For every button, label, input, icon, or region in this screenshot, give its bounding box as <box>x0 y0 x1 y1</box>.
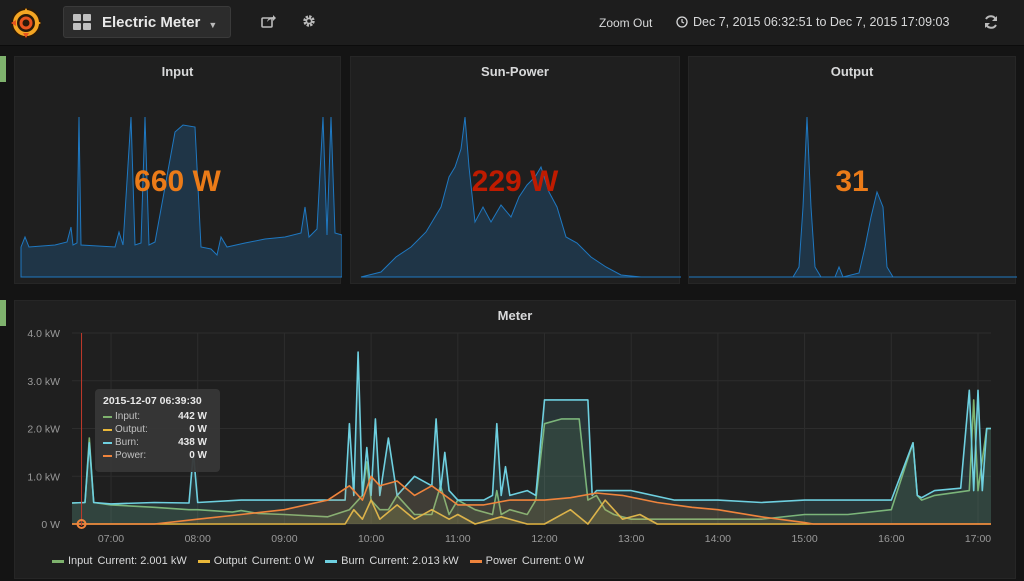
legend-current-value: Current: 2.013 kW <box>369 555 459 567</box>
y-tick-label: 3.0 kW <box>27 376 60 388</box>
tooltip-series-value: 442 W <box>178 411 207 422</box>
x-tick-label: 13:00 <box>618 533 644 545</box>
x-tick-label: 07:00 <box>98 533 124 545</box>
series-swatch <box>469 559 482 563</box>
tooltip-series-value: 438 W <box>178 437 207 448</box>
x-tick-label: 12:00 <box>531 533 557 545</box>
series-swatch <box>197 559 210 563</box>
legend-item-burn[interactable]: Burn Current: 2.013 kW <box>325 555 459 567</box>
legend-series-name: Output <box>213 555 247 567</box>
legend-item-output[interactable]: Output Current: 0 W <box>197 555 315 567</box>
tooltip-series-value: 0 W <box>189 450 207 461</box>
legend-item-power[interactable]: Power Current: 0 W <box>469 555 585 567</box>
series-swatch <box>103 428 112 431</box>
graph-legend: Input Current: 2.001 kW Output Current: … <box>52 555 595 567</box>
legend-series-name: Burn <box>341 555 365 567</box>
series-swatch <box>52 559 64 563</box>
tooltip-row: Input: 442 W <box>103 410 212 423</box>
legend-current-value: Current: 0 W <box>251 555 315 567</box>
series-swatch <box>103 415 112 418</box>
y-tick-label: 1.0 kW <box>27 471 60 483</box>
series-swatch <box>325 559 338 563</box>
x-tick-label: 09:00 <box>271 533 297 545</box>
x-tick-label: 15:00 <box>791 533 817 545</box>
x-tick-label: 11:00 <box>445 533 471 545</box>
tooltip-series-value: 0 W <box>189 424 207 435</box>
x-tick-label: 17:00 <box>965 533 991 545</box>
tooltip-series-name: Burn: <box>115 437 139 448</box>
y-tick-label: 2.0 kW <box>27 424 60 436</box>
legend-item-input[interactable]: Input Current: 2.001 kW <box>52 555 187 567</box>
tooltip-row: Burn: 438 W <box>103 436 212 449</box>
tooltip-row: Power: 0 W <box>103 449 212 462</box>
series-swatch <box>103 441 112 444</box>
x-tick-label: 10:00 <box>358 533 384 545</box>
legend-series-name: Input <box>68 555 93 567</box>
legend-series-name: Power <box>485 555 517 567</box>
legend-current-value: Current: 0 W <box>521 555 585 567</box>
tooltip-time: 2015-12-07 06:39:30 <box>103 395 202 407</box>
y-tick-label: 0 W <box>41 519 60 531</box>
series-swatch <box>103 454 112 457</box>
graph-tooltip: 2015-12-07 06:39:30 Input: 442 W Output:… <box>95 389 220 472</box>
tooltip-row: Output: 0 W <box>103 423 212 436</box>
x-tick-label: 16:00 <box>878 533 904 545</box>
tooltip-series-name: Output: <box>115 424 148 435</box>
x-tick-label: 08:00 <box>185 533 211 545</box>
tooltip-series-name: Input: <box>115 411 141 422</box>
tooltip-series-name: Power: <box>115 450 147 461</box>
x-tick-label: 14:00 <box>705 533 731 545</box>
y-tick-label: 4.0 kW <box>27 328 60 340</box>
legend-current-value: Current: 2.001 kW <box>97 555 187 567</box>
meter-chart[interactable]: 0 W 1.0 kW 2.0 kW 3.0 kW 4.0 kW 07:00 08:00 09:… <box>0 0 1024 581</box>
